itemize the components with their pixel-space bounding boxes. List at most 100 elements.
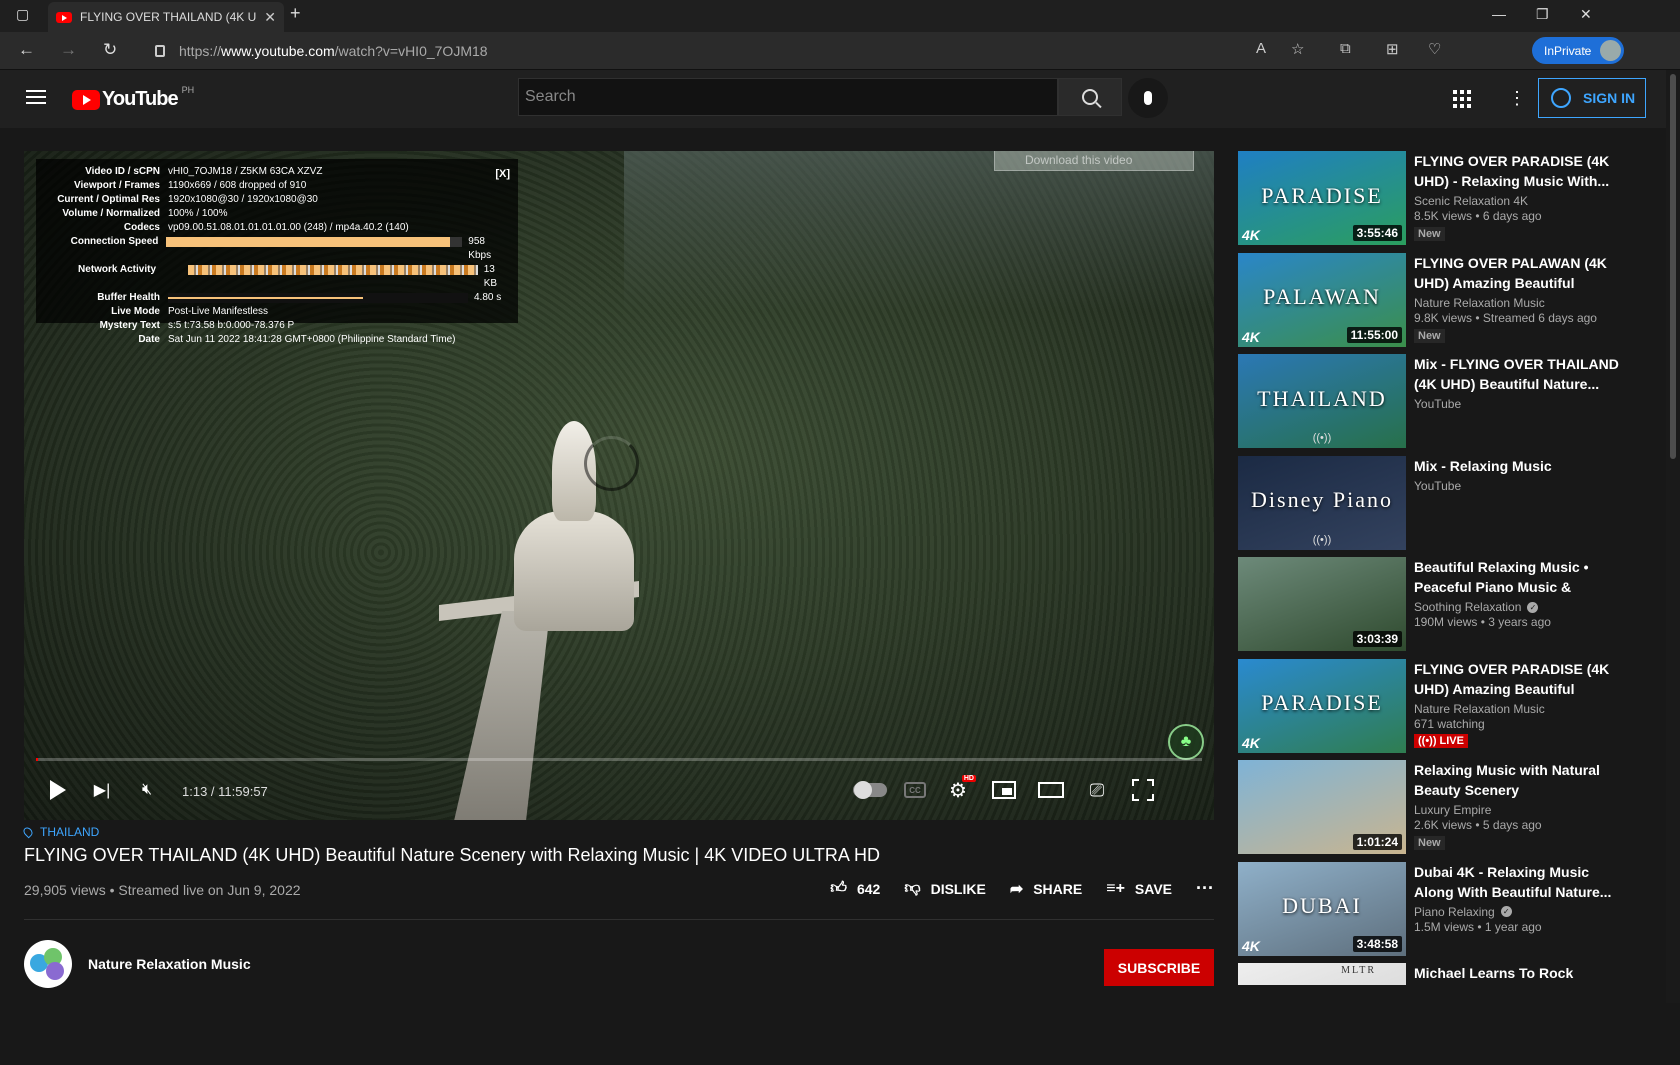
autoplay-toggle[interactable]: [852, 773, 888, 807]
video-card-title[interactable]: Mix - FLYING OVER THAILAND (4K UHD) Beau…: [1414, 354, 1619, 394]
forward-icon[interactable]: →: [60, 40, 77, 60]
autoplay-toggle-icon: [853, 781, 887, 799]
video-card-channel[interactable]: Soothing Relaxation: [1414, 600, 1521, 614]
theater-mode-button[interactable]: [1036, 773, 1066, 807]
miniplayer-button[interactable]: [990, 773, 1018, 807]
favorite-star-icon[interactable]: ☆: [1291, 40, 1304, 58]
recommended-video-card[interactable]: 1:01:24 Relaxing Music with Natural Beaut…: [1238, 760, 1623, 862]
stats-value: 1190x669 / 608 dropped of 910: [168, 180, 307, 191]
channel-name[interactable]: Nature Relaxation Music: [88, 956, 251, 972]
search-icon: [1082, 89, 1098, 105]
video-card-title[interactable]: FLYING OVER PALAWAN (4K UHD) Amazing Bea…: [1414, 253, 1619, 293]
video-card-channel[interactable]: Nature Relaxation Music: [1414, 702, 1545, 716]
video-card-title[interactable]: FLYING OVER PARADISE (4K UHD) Amazing Be…: [1414, 659, 1619, 699]
search-button[interactable]: [1058, 78, 1122, 116]
recommended-video-card[interactable]: DUBAI 4K 3:48:58 Dubai 4K - Relaxing Music …: [1238, 861, 1623, 964]
video-card-channel[interactable]: YouTube: [1414, 397, 1461, 411]
video-card-channel[interactable]: Piano Relaxing: [1414, 905, 1495, 919]
cast-icon: ⎚: [1089, 779, 1105, 800]
video-card-title[interactable]: FLYING OVER PARADISE (4K UHD) - Relaxing…: [1414, 151, 1619, 191]
scrollbar-thumb[interactable]: [1670, 74, 1676, 459]
page-scrollbar[interactable]: [1666, 70, 1680, 1003]
progress-bar[interactable]: [36, 758, 1202, 761]
play-button[interactable]: [46, 773, 70, 807]
address-bar[interactable]: https://www.youtube.com/watch?v=vHI0_7OJ…: [155, 37, 1375, 65]
video-card-channel[interactable]: Nature Relaxation Music: [1414, 296, 1545, 310]
mix-live-icon: ((•)): [1312, 533, 1332, 546]
close-tab-icon[interactable]: ✕: [264, 9, 276, 26]
browser-tab[interactable]: FLYING OVER THAILAND (4K UH ✕: [48, 2, 284, 32]
menu-icon[interactable]: [26, 90, 46, 104]
stats-key: Codecs: [123, 222, 160, 233]
maximize-icon[interactable]: ❐: [1536, 6, 1549, 23]
recommended-video-card[interactable]: PALAWAN 4K 11:55:00 FLYING OVER PALAWAN (4K…: [1238, 252, 1623, 355]
muted-volume-icon: 🔇︎: [141, 781, 153, 798]
stats-row: Video ID / sCPN vHI0_7OJM18 / Z5KM 63CA X…: [44, 165, 510, 179]
share-button[interactable]: ➦ SHARE: [1010, 879, 1082, 899]
video-card-title[interactable]: Relaxing Music with Natural Beauty Scene…: [1414, 760, 1619, 800]
browser-essentials-icon[interactable]: ♡: [1428, 40, 1441, 58]
like-button[interactable]: 👍︎ 642: [830, 879, 880, 898]
video-thumbnail[interactable]: PARADISE 4K 3:55:46: [1238, 151, 1406, 245]
download-video-bar[interactable]: Download this video: [994, 151, 1194, 171]
new-tab-icon[interactable]: +: [290, 3, 301, 24]
search-input[interactable]: Search: [518, 78, 1058, 116]
browser-chrome: ▢ FLYING OVER THAILAND (4K UH ✕ + — ❐ ✕ …: [0, 0, 1680, 70]
video-card-title[interactable]: Mix - Relaxing Music: [1414, 456, 1619, 476]
recommended-video-card[interactable]: THAILAND ((•)) Mix - FLYING OVER THAILAND …: [1238, 354, 1623, 456]
tab-actions-icon[interactable]: ▢: [16, 6, 29, 23]
captions-button[interactable]: CC: [902, 773, 928, 807]
video-card-channel[interactable]: Scenic Relaxation 4K: [1414, 194, 1528, 208]
extensions-icon[interactable]: ⧉: [1340, 40, 1351, 57]
video-player[interactable]: Download this video [X] Video ID / sCPN v…: [24, 151, 1214, 820]
channel-avatar[interactable]: [24, 940, 72, 988]
channel-watermark-icon[interactable]: ♣: [1168, 724, 1204, 760]
video-thumbnail[interactable]: Disney Piano ((•)): [1238, 455, 1406, 550]
mute-button[interactable]: 🔇︎: [134, 773, 160, 807]
voice-search-button[interactable]: [1128, 78, 1168, 118]
fullscreen-icon: [1132, 779, 1154, 801]
more-horizontal-icon: ···: [1196, 878, 1214, 898]
video-thumbnail[interactable]: 1:01:24: [1238, 760, 1406, 854]
fullscreen-button[interactable]: [1130, 773, 1156, 807]
more-actions-button[interactable]: ···: [1196, 878, 1214, 899]
read-aloud-icon[interactable]: A: [1256, 40, 1266, 57]
recommended-video-card[interactable]: MLTR Michael Learns To Rock: [1238, 963, 1623, 1065]
video-card-channel[interactable]: YouTube: [1414, 479, 1461, 493]
stats-row: Volume / Normalized 100% / 100%: [44, 207, 510, 221]
settings-button[interactable]: ⚙ HD: [944, 773, 976, 807]
progress-played: [36, 758, 39, 761]
location-tag[interactable]: THAILAND: [21, 825, 1214, 839]
stats-close-button[interactable]: [X]: [495, 167, 510, 181]
save-button[interactable]: ≡+ SAVE: [1106, 880, 1172, 898]
video-card-title[interactable]: Beautiful Relaxing Music • Peaceful Pian…: [1414, 557, 1619, 597]
settings-kebab-icon[interactable]: ⋮: [1508, 88, 1526, 109]
stats-key: Mystery Text: [99, 320, 160, 331]
subscribe-button[interactable]: SUBSCRIBE: [1104, 949, 1214, 986]
recommended-video-card[interactable]: PARADISE 4K FLYING OVER PARADISE (4K UHD) …: [1238, 658, 1623, 761]
sign-in-button[interactable]: SIGN IN: [1538, 78, 1646, 118]
video-thumbnail[interactable]: PARADISE 4K: [1238, 658, 1406, 753]
browser-menu-icon[interactable]: ···: [1572, 40, 1587, 57]
recommended-video-card[interactable]: PARADISE 4K 3:55:46 FLYING OVER PARADISE (4…: [1238, 151, 1623, 253]
video-card-channel[interactable]: Luxury Empire: [1414, 803, 1491, 817]
video-thumbnail[interactable]: THAILAND ((•)): [1238, 354, 1406, 448]
video-thumbnail[interactable]: 3:03:39: [1238, 557, 1406, 651]
recommended-video-card[interactable]: 3:03:39 Beautiful Relaxing Music • Peacef…: [1238, 557, 1623, 659]
video-thumbnail[interactable]: MLTR: [1238, 963, 1406, 985]
video-thumbnail[interactable]: DUBAI 4K 3:48:58: [1238, 861, 1406, 956]
video-card-title[interactable]: Michael Learns To Rock: [1414, 963, 1619, 983]
close-window-icon[interactable]: ✕: [1580, 6, 1592, 23]
dislike-button[interactable]: 👎︎ DISLIKE: [904, 879, 985, 898]
video-thumbnail[interactable]: PALAWAN 4K 11:55:00: [1238, 252, 1406, 347]
youtube-logo[interactable]: YouTube PH: [72, 85, 194, 111]
collections-icon[interactable]: ⊞: [1386, 40, 1399, 58]
apps-grid-icon[interactable]: [1453, 90, 1471, 108]
cast-button[interactable]: ⎚: [1082, 773, 1112, 807]
recommended-video-card[interactable]: Disney Piano ((•)) Mix - Relaxing Music You…: [1238, 455, 1623, 558]
next-button[interactable]: ▶|: [90, 773, 114, 807]
back-icon[interactable]: ←: [18, 40, 35, 60]
video-card-title[interactable]: Dubai 4K - Relaxing Music Along With Bea…: [1414, 862, 1619, 902]
minimize-icon[interactable]: —: [1492, 6, 1506, 22]
refresh-icon[interactable]: ↻: [103, 40, 117, 60]
